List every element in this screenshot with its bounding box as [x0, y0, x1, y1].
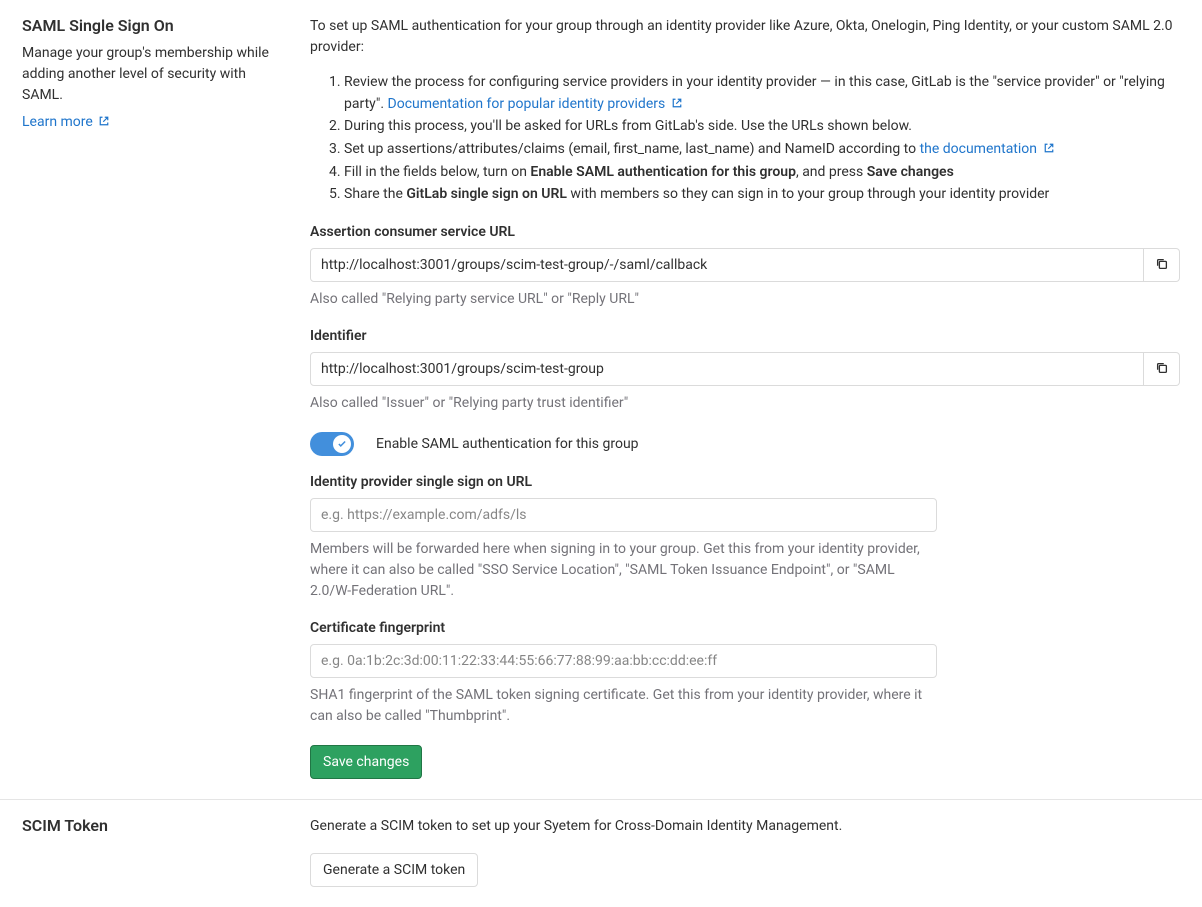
acs-url-label: Assertion consumer service URL — [310, 224, 1180, 240]
external-link-icon — [98, 115, 110, 127]
scim-section: SCIM Token Generate a SCIM token to set … — [0, 800, 1202, 907]
external-link-icon — [1043, 140, 1055, 152]
external-link-icon — [671, 95, 683, 107]
fingerprint-group: Certificate fingerprint SHA1 fingerprint… — [310, 620, 937, 727]
idp-sso-help: Members will be forwarded here when sign… — [310, 539, 937, 602]
idp-sso-group: Identity provider single sign on URL Mem… — [310, 474, 937, 602]
saml-intro: To set up SAML authentication for your g… — [310, 16, 1180, 58]
acs-url-help: Also called "Relying party service URL" … — [310, 289, 1180, 310]
saml-sidebar: SAML Single Sign On Manage your group's … — [22, 16, 302, 779]
documentation-link[interactable]: the documentation — [920, 141, 1055, 157]
scim-content: Generate a SCIM token to set up your Sye… — [302, 816, 1180, 887]
enable-saml-row: Enable SAML authentication for this grou… — [310, 432, 1180, 456]
fingerprint-input[interactable] — [310, 644, 937, 678]
setup-steps: Review the process for configuring servi… — [310, 72, 1180, 206]
identifier-input[interactable] — [310, 352, 1144, 386]
doc-popular-idp-link[interactable]: Documentation for popular identity provi… — [388, 96, 683, 112]
saml-content: To set up SAML authentication for your g… — [302, 16, 1180, 779]
idp-sso-label: Identity provider single sign on URL — [310, 474, 937, 490]
save-changes-button[interactable]: Save changes — [310, 745, 422, 779]
copy-icon — [1155, 361, 1169, 378]
step-1: Review the process for configuring servi… — [344, 72, 1180, 115]
copy-acs-button[interactable] — [1144, 248, 1180, 282]
learn-more-label: Learn more — [22, 114, 93, 130]
fingerprint-help: SHA1 fingerprint of the SAML token signi… — [310, 685, 937, 727]
copy-icon — [1155, 257, 1169, 274]
scim-desc: Generate a SCIM token to set up your Sye… — [310, 816, 1180, 837]
step-3: Set up assertions/attributes/claims (ema… — [344, 139, 1180, 161]
acs-url-group: Assertion consumer service URL Also call… — [310, 224, 1180, 310]
step-4: Fill in the fields below, turn on Enable… — [344, 162, 1180, 184]
enable-saml-label: Enable SAML authentication for this grou… — [376, 436, 639, 452]
identifier-group: Identifier Also called "Issuer" or "Rely… — [310, 328, 1180, 414]
step-5: Share the GitLab single sign on URL with… — [344, 184, 1180, 206]
acs-url-input[interactable] — [310, 248, 1144, 282]
identifier-label: Identifier — [310, 328, 1180, 344]
enable-saml-toggle[interactable] — [310, 432, 354, 456]
generate-scim-button[interactable]: Generate a SCIM token — [310, 853, 478, 887]
saml-title: SAML Single Sign On — [22, 16, 286, 35]
saml-desc: Manage your group's membership while add… — [22, 43, 286, 106]
learn-more-link[interactable]: Learn more — [22, 114, 110, 130]
identifier-help: Also called "Issuer" or "Relying party t… — [310, 393, 1180, 414]
saml-section: SAML Single Sign On Manage your group's … — [0, 0, 1202, 800]
idp-sso-input[interactable] — [310, 498, 937, 532]
fingerprint-label: Certificate fingerprint — [310, 620, 937, 636]
scim-sidebar: SCIM Token — [22, 816, 302, 887]
copy-identifier-button[interactable] — [1144, 352, 1180, 386]
step-2: During this process, you'll be asked for… — [344, 116, 1180, 138]
toggle-knob — [333, 435, 351, 453]
scim-title: SCIM Token — [22, 816, 286, 835]
